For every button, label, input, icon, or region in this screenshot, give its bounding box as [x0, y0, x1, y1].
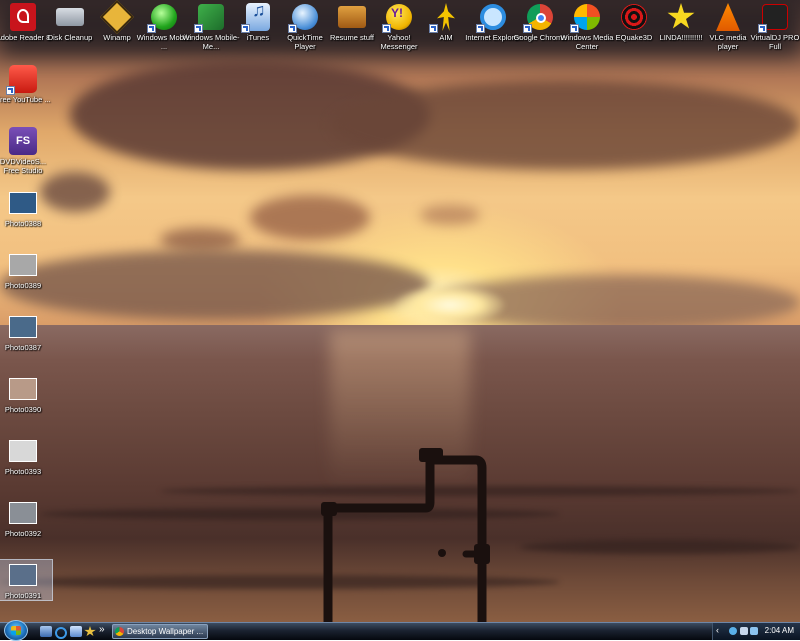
shortcut-arrow-icon — [288, 24, 297, 33]
desktop-shortcut-image — [288, 2, 320, 33]
desktop-shortcut-label: Free YouTube ... — [0, 95, 51, 104]
photo-thumbnail-icon — [9, 378, 37, 400]
desktop-shortcut-image — [429, 2, 461, 33]
disk-cleanup-icon — [56, 8, 84, 26]
desktop-shortcut-image — [666, 2, 696, 32]
winamp-icon — [100, 0, 134, 34]
desktop-shortcut[interactable]: Photo0391 — [0, 559, 53, 601]
desktop-shortcut[interactable]: Photo0387 — [0, 312, 52, 352]
desktop[interactable]: Adobe Reader 8 Disk Cleanup Winamp Windows … — [0, 0, 800, 622]
setting-sun — [395, 285, 505, 325]
desktop-shortcut-image — [713, 2, 743, 32]
photo-thumbnail-icon — [9, 564, 37, 586]
taskbar-button-label: Desktop Wallpaper ... — [127, 627, 204, 636]
system-tray: ‹ 2:04 AM — [712, 623, 800, 640]
desktop-shortcut-image — [8, 2, 38, 32]
star-icon — [667, 3, 695, 29]
desktop-shortcut-image — [8, 436, 38, 466]
security-icon[interactable] — [750, 627, 758, 635]
shortcut-arrow-icon — [194, 24, 203, 33]
desktop-shortcut-image — [382, 2, 414, 33]
photo-thumbnail-icon — [9, 316, 37, 338]
desktop-shortcut-label: Photo0388 — [4, 219, 42, 228]
vlc-icon — [716, 3, 740, 31]
shortcut-arrow-icon — [758, 24, 767, 33]
shortcut-arrow-icon — [429, 24, 438, 33]
shortcut-arrow-icon — [147, 24, 156, 33]
wave — [520, 540, 800, 554]
desktop-shortcut-label: VirtualDJ PRO Full — [750, 33, 800, 51]
desktop-shortcut-image — [8, 498, 38, 528]
desktop-shortcut-image — [523, 2, 555, 33]
desktop-shortcut-image — [6, 64, 38, 95]
cloud — [250, 195, 370, 240]
cloud — [420, 205, 480, 225]
desktop-shortcut-image — [476, 2, 508, 33]
desktop-shortcut-label: Photo0390 — [4, 405, 42, 414]
volume-icon[interactable] — [740, 627, 748, 635]
aim-icon — [437, 3, 455, 31]
clock[interactable]: 2:04 AM — [765, 626, 794, 635]
cloud — [330, 80, 800, 170]
desktop-shortcut-image — [8, 312, 38, 342]
shortcut-arrow-icon — [241, 24, 250, 33]
google-chrome-icon — [115, 627, 124, 636]
shortcut-arrow-icon — [382, 24, 391, 33]
desktop-shortcut-image — [8, 250, 38, 280]
taskbar: » Desktop Wallpaper ... ‹ 2:04 AM — [0, 620, 800, 641]
desktop-shortcut-label: Photo0392 — [4, 529, 42, 538]
desktop-shortcut[interactable]: Photo0389 — [0, 250, 52, 290]
desktop-shortcut-image — [619, 2, 649, 32]
show-desktop-icon[interactable] — [40, 626, 52, 637]
desktop-shortcut-image — [100, 0, 134, 34]
adobe-reader-icon — [10, 3, 36, 31]
photo-thumbnail-icon — [9, 502, 37, 524]
photo-thumbnail-icon — [9, 254, 37, 276]
desktop-shortcut-label: DVDVideoS... Free Studio — [0, 157, 47, 175]
desktop-shortcut[interactable]: Photo0393 — [0, 436, 52, 476]
equake3d-icon — [621, 4, 647, 30]
desktop-shortcut-image — [147, 2, 179, 33]
desktop-shortcut[interactable]: Photo0388 — [0, 188, 52, 228]
network-icon[interactable] — [729, 627, 737, 635]
switch-windows-icon[interactable] — [70, 626, 82, 637]
desktop-shortcut-label: Photo0391 — [4, 591, 42, 600]
desktop-shortcut-image — [194, 2, 226, 33]
desktop-shortcut-image — [241, 2, 273, 33]
shortcut-arrow-icon — [476, 24, 485, 33]
taskbar-button-chrome-window[interactable]: Desktop Wallpaper ... — [112, 624, 208, 639]
internet-explorer-icon[interactable] — [55, 627, 67, 639]
photo-thumbnail-icon — [9, 192, 37, 214]
desktop-shortcut-image — [8, 374, 38, 404]
desktop-shortcut[interactable]: Photo0390 — [0, 374, 52, 414]
shortcut-arrow-icon — [6, 86, 15, 95]
photo-thumbnail-icon — [9, 440, 37, 462]
free-studio-icon: FS — [9, 127, 37, 155]
pipe-silhouette — [321, 448, 490, 622]
desktop-shortcut[interactable]: FS DVDVideoS... Free Studio — [0, 126, 52, 175]
briefcase-icon — [338, 6, 366, 28]
desktop-shortcut-label: Photo0393 — [4, 467, 42, 476]
quick-launch-more-button[interactable]: » — [99, 624, 105, 635]
desktop-shortcut-label: Photo0387 — [4, 343, 42, 352]
desktop-shortcut-image — [55, 2, 85, 32]
show-hidden-icons-button[interactable]: ‹ — [716, 625, 719, 635]
shortcut-arrow-icon — [523, 24, 532, 33]
desktop-shortcut[interactable]: VirtualDJ PRO Full — [746, 2, 800, 51]
desktop-shortcut-label: Photo0389 — [4, 281, 42, 290]
desktop-shortcut-image — [8, 560, 38, 590]
shortcut-arrow-icon — [570, 24, 579, 33]
desktop-shortcut[interactable]: Photo0392 — [0, 498, 52, 538]
cloud — [160, 228, 240, 252]
desktop-shortcut-image — [337, 2, 367, 32]
desktop-shortcut-image — [758, 2, 790, 33]
cloud — [0, 250, 430, 320]
desktop-shortcut-image: FS — [8, 126, 38, 156]
desktop-shortcut-image — [570, 2, 602, 33]
star-icon[interactable] — [84, 626, 96, 637]
desktop-shortcut[interactable]: Free YouTube ... — [0, 64, 52, 104]
desktop-shortcut-image — [8, 188, 38, 218]
start-orb-icon[interactable] — [4, 620, 28, 641]
